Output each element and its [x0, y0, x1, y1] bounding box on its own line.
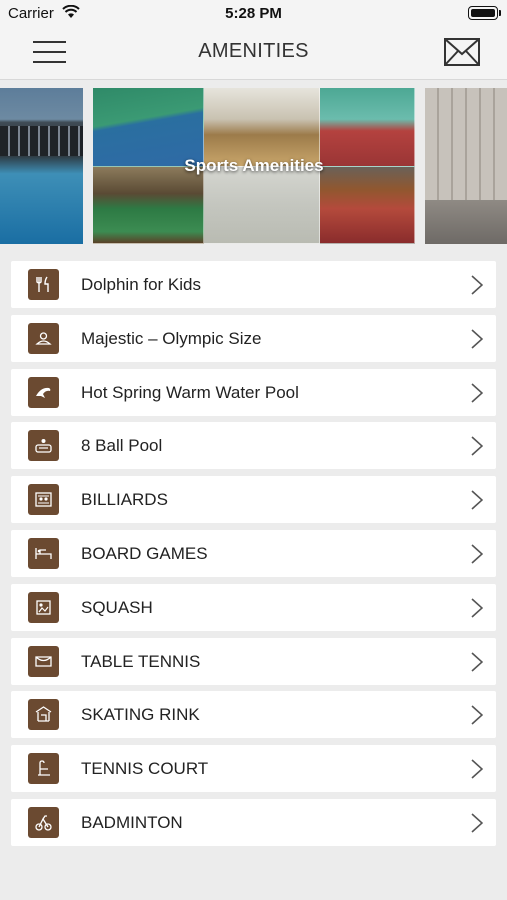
amenity-row-table-tennis[interactable]: TABLE TENNIS [11, 637, 496, 685]
amenities-carousel[interactable]: Sports Amenities [0, 88, 507, 244]
amenity-label: SKATING RINK [81, 705, 200, 725]
amenity-row-majestic-olympic-size[interactable]: Majestic – Olympic Size [11, 314, 496, 362]
battery-icon [468, 6, 501, 20]
table-tennis-icon [28, 645, 59, 677]
chevron-right-icon [471, 813, 483, 833]
amenity-label: Hot Spring Warm Water Pool [81, 382, 299, 402]
chevron-right-icon [471, 705, 483, 725]
squash-court-photo [204, 167, 320, 244]
amenity-label: 8 Ball Pool [81, 436, 163, 456]
envelope-icon[interactable] [444, 38, 480, 66]
amenity-label: BOARD GAMES [81, 543, 208, 563]
amenities-list: Dolphin for Kids Majestic – Olympic Size… [11, 261, 496, 853]
amenity-row-squash[interactable]: SQUASH [11, 583, 496, 631]
page-title: AMENITIES [198, 40, 309, 62]
restaurant-icon [28, 269, 59, 300]
amenity-row-hot-spring-warm-water-pool[interactable]: Hot Spring Warm Water Pool [11, 368, 496, 416]
spa-icon [28, 322, 59, 354]
amenity-row-billiards[interactable]: BILLIARDS [11, 476, 496, 524]
chevron-right-icon [471, 490, 483, 510]
sports-amenities-slide[interactable]: Sports Amenities [93, 88, 415, 244]
amenity-label: Majestic – Olympic Size [81, 328, 262, 348]
amenity-label: TENNIS COURT [81, 759, 209, 779]
chevron-right-icon [471, 544, 483, 564]
chevron-right-icon [471, 275, 483, 295]
gym-slide-image[interactable] [425, 88, 507, 244]
hot-tub-icon [28, 430, 59, 462]
squash-icon [28, 591, 59, 623]
status-bar: Carrier 5:28 PM [0, 0, 507, 26]
chevron-right-icon [471, 436, 483, 456]
amenity-label: TABLE TENNIS [81, 651, 201, 671]
chevron-right-icon [471, 382, 483, 403]
tennis-court-icon [28, 753, 59, 785]
status-time: 5:28 PM [225, 5, 282, 22]
carousel-slide-label: Sports Amenities [184, 156, 324, 175]
amenity-row-badminton[interactable]: BADMINTON [11, 798, 496, 846]
skating-rink-icon [28, 699, 59, 731]
amenity-label: SQUASH [81, 597, 153, 617]
nav-bar: AMENITIES [0, 26, 507, 80]
amenity-row-dolphin-for-kids[interactable]: Dolphin for Kids [11, 261, 496, 308]
amenity-label: BADMINTON [81, 812, 183, 832]
billiards-table-photo [93, 167, 204, 244]
board-games-icon [28, 537, 59, 569]
amenity-row-tennis-court[interactable]: TENNIS COURT [11, 745, 496, 793]
amenity-label: BILLIARDS [81, 490, 168, 510]
amenity-label: Dolphin for Kids [81, 275, 202, 294]
chevron-right-icon [471, 329, 483, 349]
dolphin-icon [28, 376, 59, 408]
amenity-row-8-ball-pool[interactable]: 8 Ball Pool [11, 422, 496, 470]
indoor-court-photo [320, 167, 415, 244]
chevron-right-icon [471, 598, 483, 618]
amenity-row-skating-rink[interactable]: SKATING RINK [11, 691, 496, 739]
billiards-icon [28, 484, 59, 516]
chevron-right-icon [471, 759, 483, 779]
chevron-right-icon [471, 651, 483, 672]
pool-slide-image[interactable] [0, 88, 83, 244]
amenity-row-board-games[interactable]: BOARD GAMES [11, 529, 496, 577]
badminton-icon [28, 806, 59, 838]
